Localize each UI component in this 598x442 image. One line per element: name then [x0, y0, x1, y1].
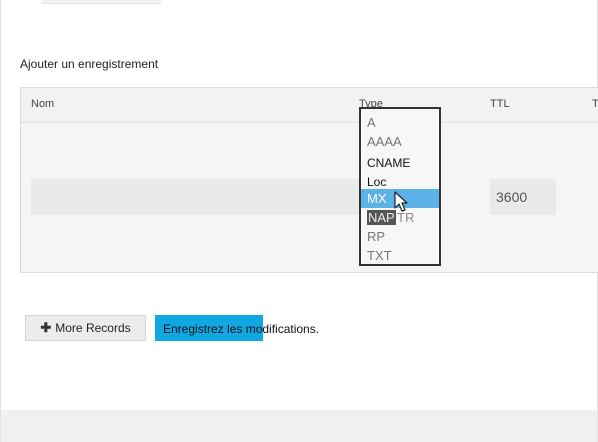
ttl-input[interactable]: [490, 179, 556, 215]
name-input[interactable]: [31, 179, 361, 215]
type-option-rp[interactable]: RP: [361, 227, 439, 246]
type-option-a[interactable]: A: [361, 113, 439, 132]
type-option-aaaa[interactable]: AAAA: [361, 132, 439, 151]
footer-band: [1, 410, 597, 442]
type-dropdown[interactable]: A AAAA CNAME Loc MX NAP TR RP TXT: [359, 107, 441, 266]
dns-records-page: Ajouter un enregistrement Nom Type TTL T…: [0, 0, 598, 442]
plus-icon: ✚: [40, 320, 52, 335]
section-title: Ajouter un enregistrement: [20, 57, 159, 71]
column-header-ttl: TTL: [490, 98, 510, 110]
more-records-button[interactable]: ✚ More Records: [25, 315, 146, 341]
mouse-pointer-icon: [394, 191, 408, 212]
table-header: Nom Type TTL T: [21, 88, 598, 123]
top-tab[interactable]: [41, 0, 161, 4]
save-changes-label[interactable]: Enregistrez les modifications.: [163, 322, 319, 336]
naptr-nap-part: NAP: [367, 210, 396, 225]
type-option-cname[interactable]: CNAME: [361, 154, 439, 173]
type-option-txt[interactable]: TXT: [361, 246, 439, 265]
more-records-label: More Records: [55, 321, 131, 335]
records-table: Nom Type TTL T: [20, 87, 598, 273]
column-header-extra: T: [592, 98, 598, 110]
column-header-name: Nom: [31, 98, 55, 110]
